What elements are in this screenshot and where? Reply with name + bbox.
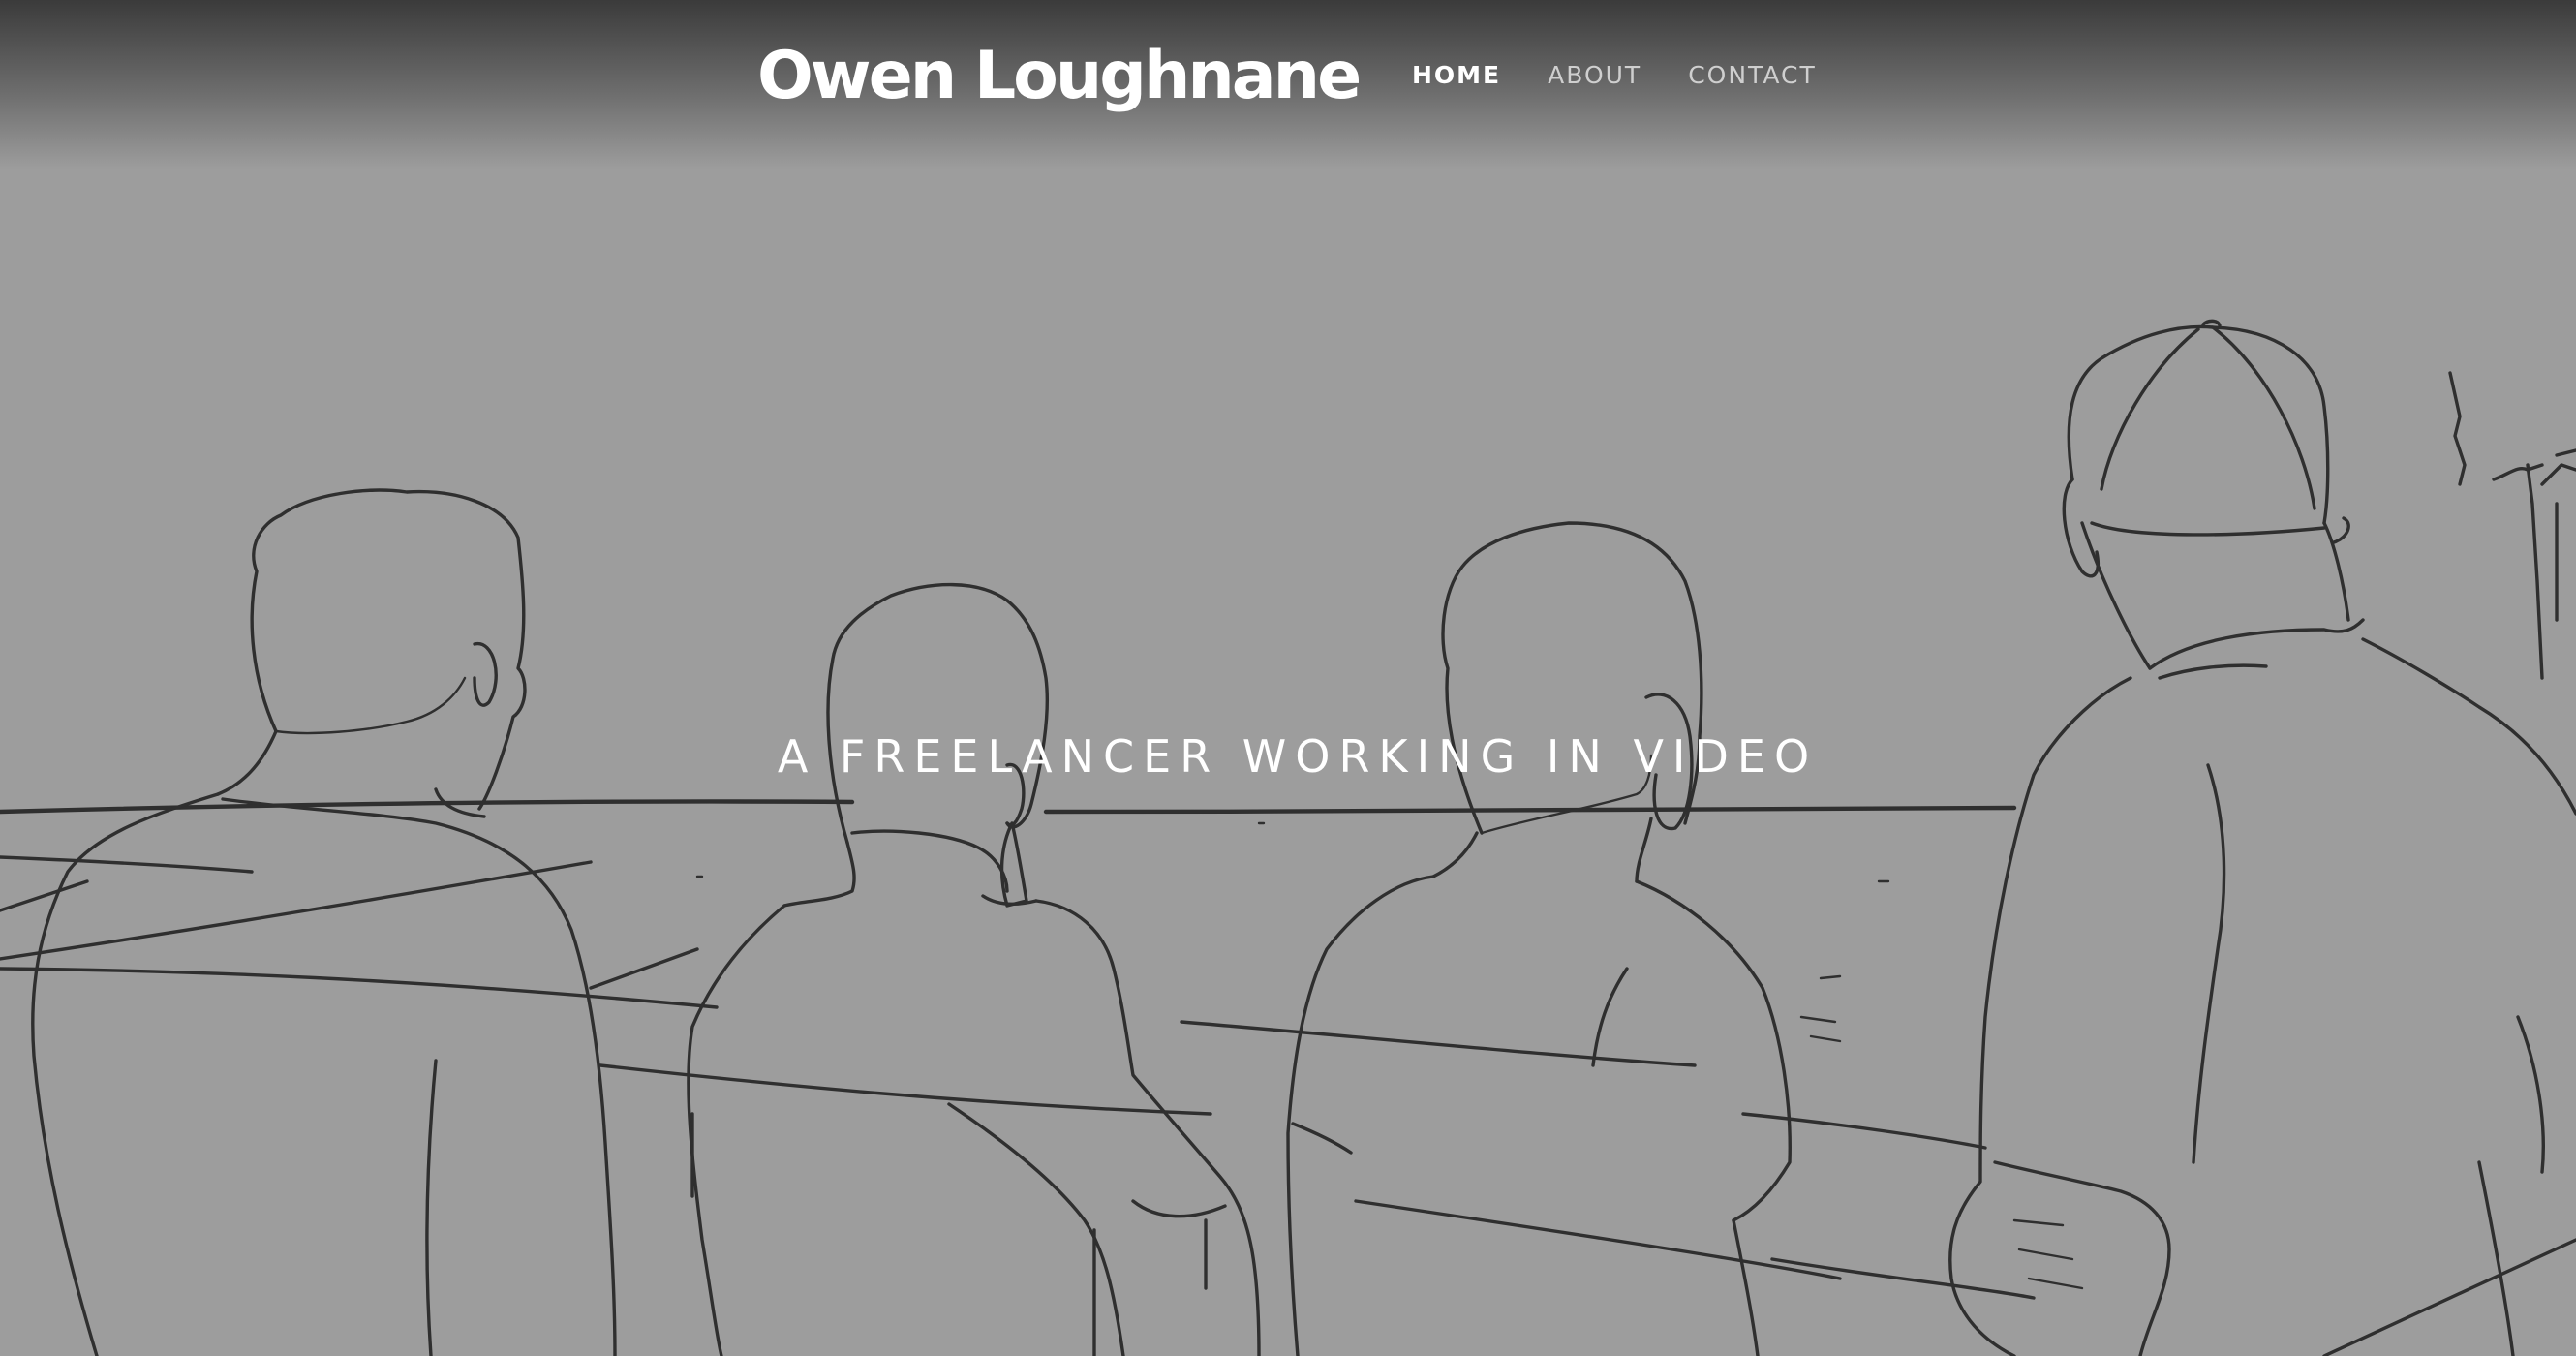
- hero-background-sketch: [0, 319, 2576, 1356]
- hero-section: Owen Loughnane HOME ABOUT CONTACT A FREE…: [0, 0, 2576, 1356]
- site-title-logo[interactable]: Owen Loughnane: [757, 33, 1362, 120]
- nav-link-about[interactable]: ABOUT: [1548, 56, 1641, 95]
- hero-tagline: A FREELANCER WORKING IN VIDEO: [777, 730, 1819, 783]
- nav-item-contact: CONTACT: [1688, 56, 1817, 95]
- nav-item-about: ABOUT: [1548, 56, 1641, 95]
- main-navigation: HOME ABOUT CONTACT: [1412, 56, 1817, 95]
- nav-link-contact[interactable]: CONTACT: [1688, 56, 1817, 95]
- nav-item-home: HOME: [1412, 56, 1501, 95]
- nav-link-home[interactable]: HOME: [1412, 56, 1501, 95]
